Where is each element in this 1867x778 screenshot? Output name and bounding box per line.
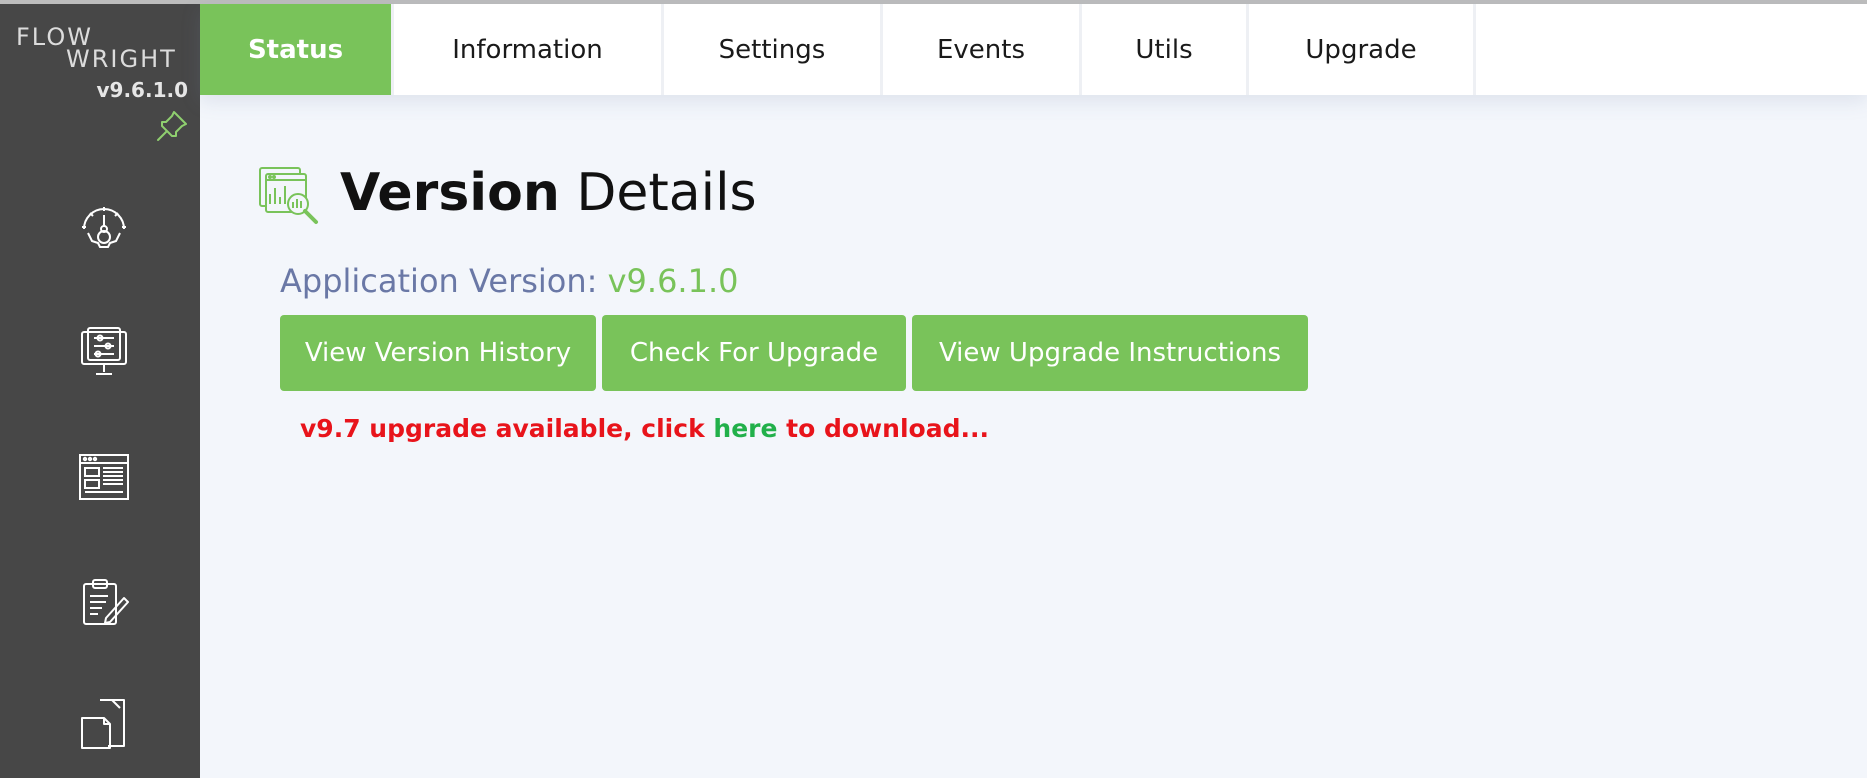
tab-events[interactable]: Events bbox=[883, 4, 1082, 95]
download-link[interactable]: here bbox=[713, 414, 777, 443]
check-for-upgrade-button[interactable]: Check For Upgrade bbox=[602, 315, 906, 391]
sidebar: FLOW WRIGHT v9.6.1.0 bbox=[0, 4, 200, 778]
pin-icon[interactable] bbox=[154, 108, 190, 144]
page-title-rest: Details bbox=[559, 163, 757, 223]
app-version-label: Application Version: bbox=[280, 262, 608, 300]
upgrade-available-message: v9.7 upgrade available, click here to do… bbox=[300, 414, 989, 443]
documents-icon[interactable] bbox=[76, 696, 132, 752]
view-upgrade-instructions-button[interactable]: View Upgrade Instructions bbox=[912, 315, 1308, 391]
tab-utils[interactable]: Utils bbox=[1082, 4, 1249, 95]
logo-line-2: WRIGHT bbox=[66, 45, 177, 73]
page-title-bold: Version bbox=[340, 163, 560, 223]
upgrade-message-suffix: to download... bbox=[777, 414, 989, 443]
webpage-layout-icon[interactable] bbox=[76, 449, 132, 505]
view-version-history-button[interactable]: View Version History bbox=[280, 315, 596, 391]
app-logo[interactable]: FLOW WRIGHT bbox=[16, 25, 186, 73]
application-version: Application Version: v9.6.1.0 bbox=[280, 262, 738, 300]
page-title: Version Details bbox=[340, 163, 757, 223]
clipboard-edit-icon[interactable] bbox=[76, 574, 132, 630]
dashboard-gear-icon[interactable] bbox=[76, 197, 132, 253]
tab-status[interactable]: Status bbox=[200, 4, 394, 95]
sidebar-version: v9.6.1.0 bbox=[96, 78, 189, 102]
tab-upgrade[interactable]: Upgrade bbox=[1249, 4, 1476, 95]
monitor-settings-icon[interactable] bbox=[76, 324, 132, 380]
tab-information[interactable]: Information bbox=[394, 4, 664, 95]
app-version-value: v9.6.1.0 bbox=[607, 262, 739, 300]
upgrade-message-prefix: v9.7 upgrade available, click bbox=[300, 414, 714, 443]
tab-settings[interactable]: Settings bbox=[664, 4, 883, 95]
tab-bar: Status Information Settings Events Utils… bbox=[200, 4, 1867, 95]
analytics-search-icon bbox=[259, 167, 318, 224]
